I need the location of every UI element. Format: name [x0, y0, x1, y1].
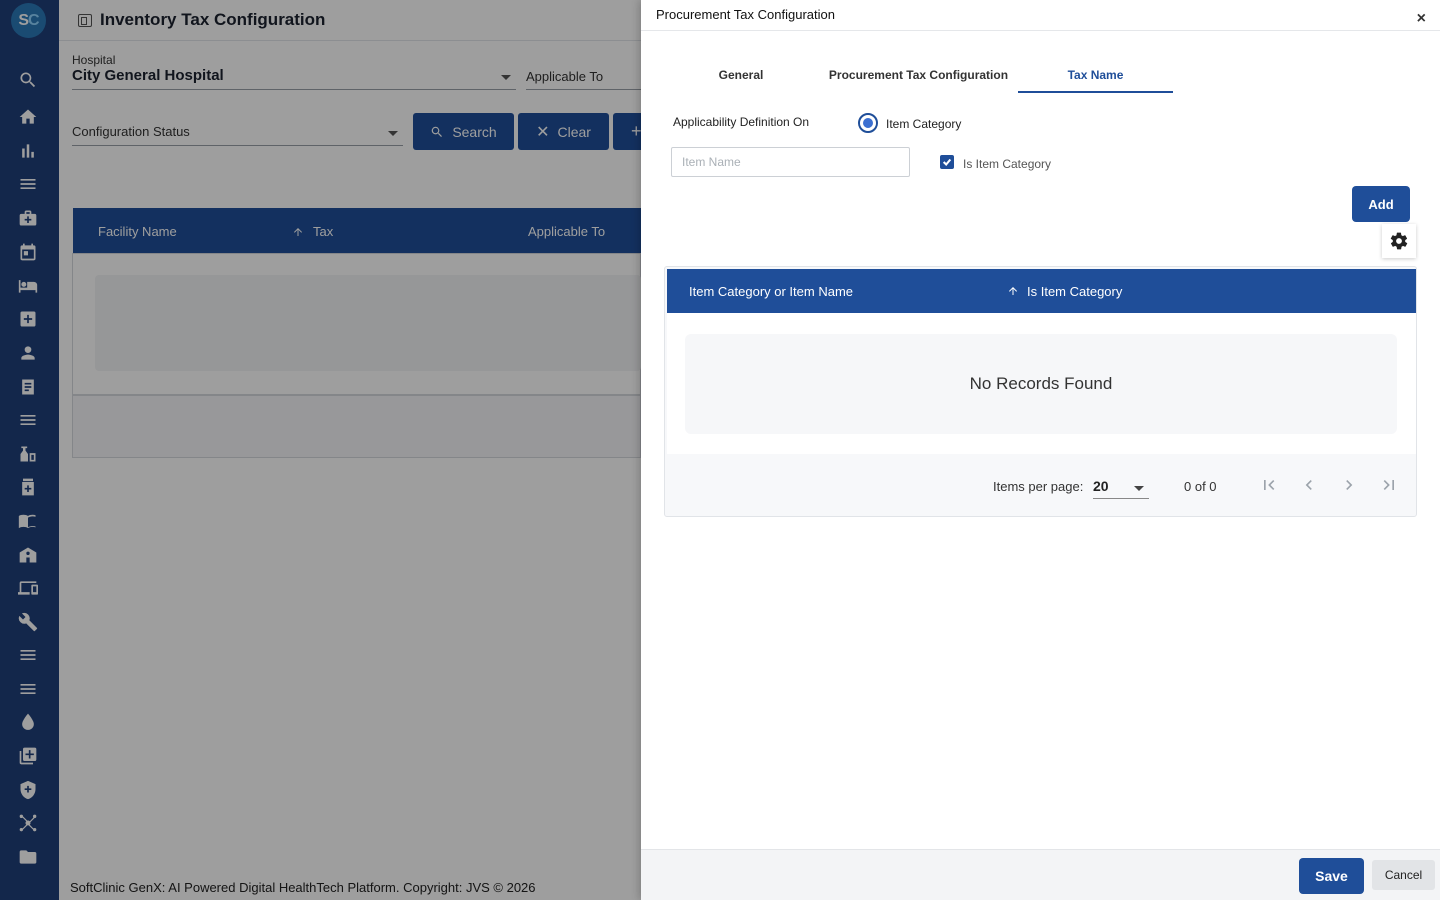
check-icon — [942, 158, 952, 167]
drawer-footer: Save Cancel — [641, 849, 1440, 900]
item-category-radio[interactable] — [858, 113, 878, 133]
table-body: No Records Found — [667, 313, 1416, 454]
paginator: Items per page: 20 0 of 0 — [667, 455, 1416, 516]
modal-backdrop[interactable] — [0, 0, 641, 900]
item-name-input[interactable] — [671, 147, 910, 177]
is-item-category-checkbox[interactable] — [940, 155, 954, 169]
chevron-right-icon — [1346, 480, 1353, 490]
item-category-radio-label[interactable]: Item Category — [886, 117, 961, 131]
column-item-category-or-item-name[interactable]: Item Category or Item Name — [689, 284, 853, 299]
add-button[interactable]: Add — [1352, 186, 1410, 222]
arrow-up-icon[interactable] — [1007, 285, 1019, 297]
is-item-category-label[interactable]: Is Item Category — [963, 157, 1051, 171]
save-button[interactable]: Save — [1299, 858, 1364, 894]
side-drawer: Procurement Tax Configuration × General … — [641, 0, 1440, 900]
chevron-down-icon — [1134, 486, 1144, 491]
tab-general[interactable]: General — [701, 68, 781, 82]
tax-name-table: Item Category or Item Name Is Item Categ… — [664, 266, 1417, 517]
chevron-left-icon — [1305, 480, 1312, 490]
last-page-button[interactable] — [1377, 473, 1401, 497]
drawer-divider — [641, 30, 1440, 31]
drawer-title: Procurement Tax Configuration — [656, 7, 835, 22]
last-page-icon — [1383, 480, 1394, 490]
column-is-item-category[interactable]: Is Item Category — [1027, 284, 1122, 299]
first-page-button[interactable] — [1257, 473, 1281, 497]
applicability-label: Applicability Definition On — [673, 115, 810, 129]
active-tab-indicator — [1018, 91, 1173, 93]
cancel-button[interactable]: Cancel — [1372, 860, 1435, 890]
items-per-page-select[interactable]: 20 — [1093, 469, 1149, 499]
empty-message: No Records Found — [685, 334, 1397, 434]
tab-tax-name[interactable]: Tax Name — [1018, 68, 1173, 82]
tab-procurement-tax-configuration[interactable]: Procurement Tax Configuration — [821, 68, 1016, 82]
page-range-label: 0 of 0 — [1184, 479, 1217, 494]
close-icon[interactable]: × — [1417, 11, 1426, 27]
items-per-page-label: Items per page: — [993, 479, 1084, 494]
first-page-icon — [1264, 480, 1275, 490]
column-settings-button[interactable] — [1382, 224, 1416, 258]
items-per-page-value: 20 — [1093, 478, 1109, 494]
next-page-button[interactable] — [1337, 473, 1361, 497]
previous-page-button[interactable] — [1297, 473, 1321, 497]
table-header: Item Category or Item Name Is Item Categ… — [667, 269, 1416, 313]
gear-icon — [1390, 232, 1408, 250]
